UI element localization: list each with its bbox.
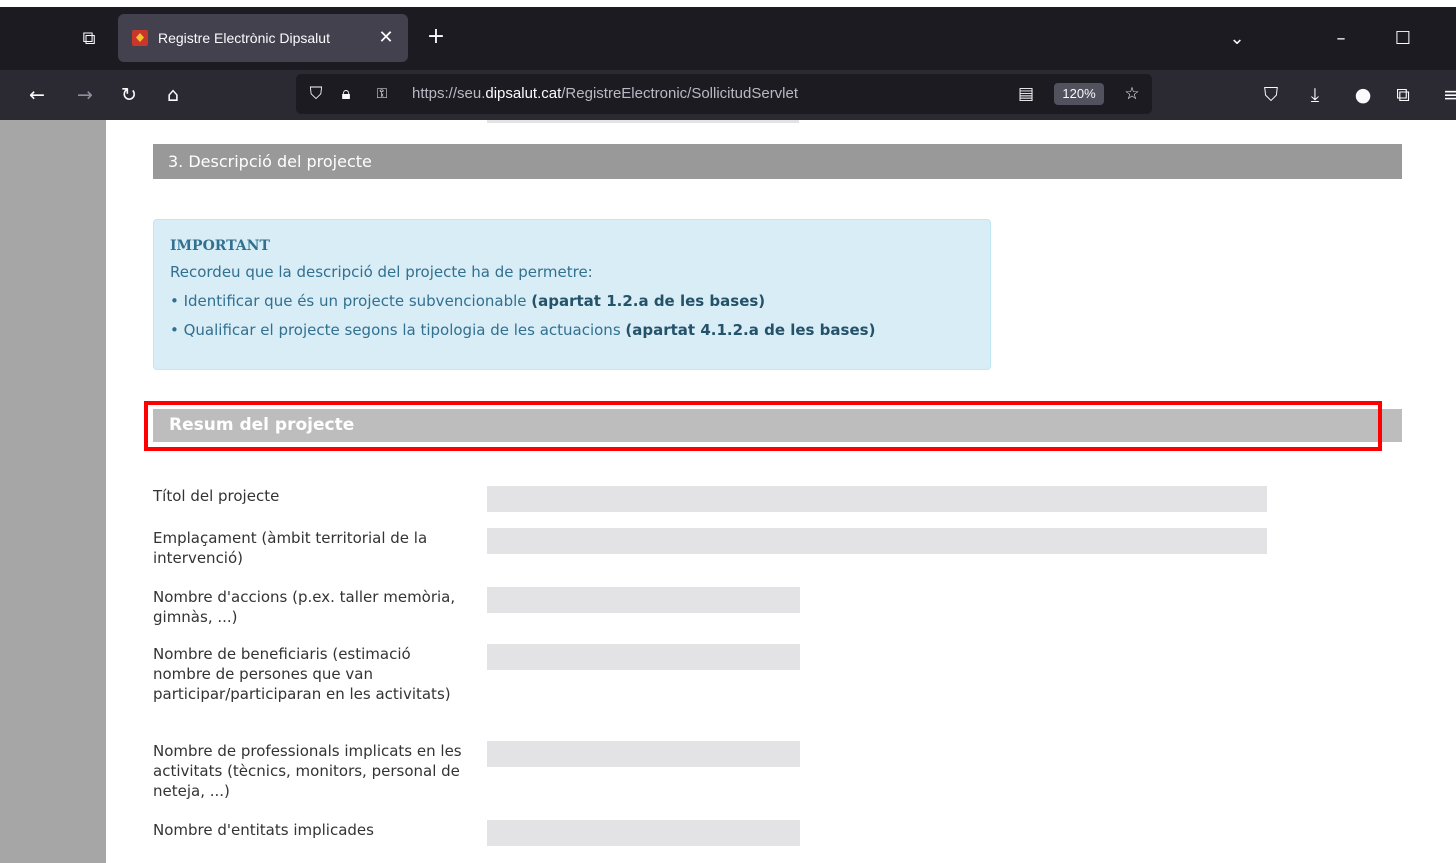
url-text[interactable]: https://seu.dipsalut.cat/RegistreElectro… xyxy=(412,74,798,114)
forward-arrow-icon[interactable]: → xyxy=(70,80,100,110)
previous-field-edge xyxy=(487,120,799,123)
field-label: Títol del projecte xyxy=(153,487,280,505)
new-tab-plus-icon[interactable]: + xyxy=(422,24,450,52)
beneficiaris-input[interactable] xyxy=(487,644,800,670)
address-bar[interactable]: ⛉ 🔒︎ ⚿ https://seu.dipsalut.cat/Registre… xyxy=(296,74,1152,114)
back-arrow-icon[interactable]: ← xyxy=(22,80,52,110)
important-intro: Recordeu que la descripció del projecte … xyxy=(170,263,593,281)
field-label: Nombre d'entitats implicades xyxy=(153,821,374,839)
highlight-box xyxy=(144,401,1382,451)
titol-input[interactable] xyxy=(487,486,1267,512)
url-path: /RegistreElectronic/SollicitudServlet xyxy=(561,85,799,102)
important-item: • Identificar que és un projecte subvenc… xyxy=(170,287,990,316)
bookmark-star-icon[interactable]: ☆ xyxy=(1118,79,1146,109)
important-notice: IMPORTANT Recordeu que la descripció del… xyxy=(153,219,991,370)
tab-title: Registre Electrònic Dipsalut xyxy=(158,30,330,46)
page-content: 3. Descripció del projecte IMPORTANT Rec… xyxy=(106,120,1456,863)
field-label: Nombre de beneficiaris (estimació nombre… xyxy=(153,645,451,703)
zoom-level-badge[interactable]: 120% xyxy=(1054,83,1104,105)
shield-tracking-protection-icon[interactable]: ⛉ xyxy=(302,79,330,109)
url-prefix: https://seu. xyxy=(412,85,486,102)
account-avatar-icon[interactable]: ● xyxy=(1348,80,1378,110)
home-icon[interactable]: ⌂ xyxy=(158,80,188,110)
important-item-reference: (apartat 4.1.2.a de les bases) xyxy=(625,321,876,339)
browser-navigation-bar: ← → ↻ ⌂ ⛉ 🔒︎ ⚿ https://seu.dipsalut.cat/… xyxy=(0,70,1456,120)
field-label: Nombre de professionals implicats en les… xyxy=(153,742,462,800)
window-top-border xyxy=(0,0,1456,7)
app-menu-icon[interactable]: ≡ xyxy=(1436,80,1456,110)
reload-icon[interactable]: ↻ xyxy=(114,80,144,110)
section-title: 3. Descripció del projecte xyxy=(153,144,1402,179)
professionals-input[interactable] xyxy=(487,741,800,767)
important-item: • Qualificar el projecte segons la tipol… xyxy=(170,316,990,345)
url-host: dipsalut.cat xyxy=(485,85,562,102)
pocket-icon[interactable]: ⛉ xyxy=(1256,80,1286,110)
permissions-key-icon[interactable]: ⚿ xyxy=(368,79,396,109)
maximize-window-icon[interactable]: ☐ xyxy=(1388,24,1418,54)
browser-tab-active[interactable]: Registre Electrònic Dipsalut ✕ xyxy=(118,14,408,62)
list-all-tabs-chevron-icon[interactable]: ⌄ xyxy=(1222,24,1252,54)
minimize-window-icon[interactable]: – xyxy=(1326,24,1356,54)
tab-list-icon[interactable]: ⧉ xyxy=(74,24,104,54)
extensions-icon[interactable]: ⧉ xyxy=(1388,80,1418,110)
dipsalut-favicon-icon xyxy=(132,30,148,46)
entitats-input[interactable] xyxy=(487,820,800,846)
field-label: Emplaçament (àmbit territorial de la int… xyxy=(153,529,428,567)
emplacament-input[interactable] xyxy=(487,528,1267,554)
field-label: Nombre d'accions (p.ex. taller memòria, … xyxy=(153,588,456,626)
tab-close-icon[interactable]: ✕ xyxy=(374,26,398,50)
accions-input[interactable] xyxy=(487,587,800,613)
browser-tab-bar: ⧉ Registre Electrònic Dipsalut ✕ + ⌄ – ☐ xyxy=(0,0,1456,70)
important-item-text: • Identificar que és un projecte subvenc… xyxy=(170,292,532,310)
important-item-text: • Qualificar el projecte segons la tipol… xyxy=(170,321,626,339)
important-item-reference: (apartat 1.2.a de les bases) xyxy=(531,292,766,310)
important-title: IMPORTANT xyxy=(170,238,270,254)
downloads-icon[interactable]: ⤓ xyxy=(1300,80,1330,110)
reader-view-icon[interactable]: ▤ xyxy=(1012,79,1040,109)
lock-icon[interactable]: 🔒︎ xyxy=(332,79,360,109)
